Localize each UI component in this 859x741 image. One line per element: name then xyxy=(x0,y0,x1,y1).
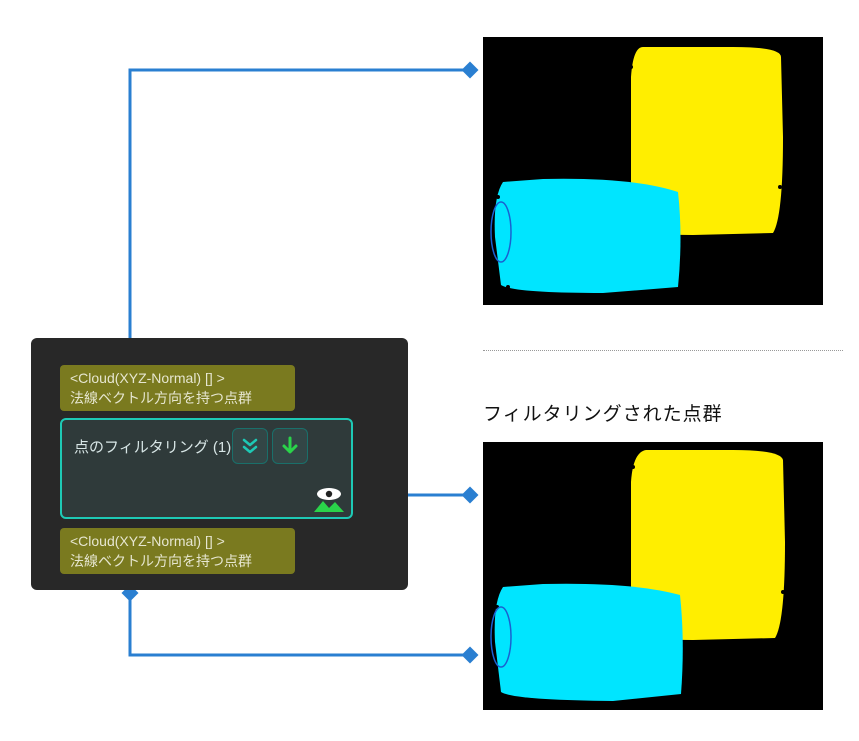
pointcloud-input-thumbnail xyxy=(483,37,823,305)
output-port-type: <Cloud(XYZ-Normal) [] > xyxy=(70,531,285,551)
node-title: 点のフィルタリング (1) xyxy=(74,436,231,457)
run-button[interactable] xyxy=(272,428,308,464)
node-body[interactable]: 点のフィルタリング (1) xyxy=(60,418,353,519)
preview-input xyxy=(483,37,823,305)
expand-all-button[interactable] xyxy=(232,428,268,464)
input-port-desc: 法線ベクトル方向を持つ点群 xyxy=(70,388,285,408)
output-port-desc: 法線ベクトル方向を持つ点群 xyxy=(70,551,285,571)
input-port[interactable]: <Cloud(XYZ-Normal) [] > 法線ベクトル方向を持つ点群 xyxy=(60,365,295,411)
image-eye-icon xyxy=(312,488,346,512)
viewer-toggle[interactable] xyxy=(312,488,346,512)
divider xyxy=(483,350,843,351)
pointcloud-output-thumbnail xyxy=(483,442,823,710)
output-port[interactable]: <Cloud(XYZ-Normal) [] > 法線ベクトル方向を持つ点群 xyxy=(60,528,295,574)
preview-output xyxy=(483,442,823,710)
double-down-icon xyxy=(240,436,260,456)
input-port-type: <Cloud(XYZ-Normal) [] > xyxy=(70,368,285,388)
filtered-heading: フィルタリングされた点群 xyxy=(483,399,723,426)
down-arrow-icon xyxy=(280,436,300,456)
